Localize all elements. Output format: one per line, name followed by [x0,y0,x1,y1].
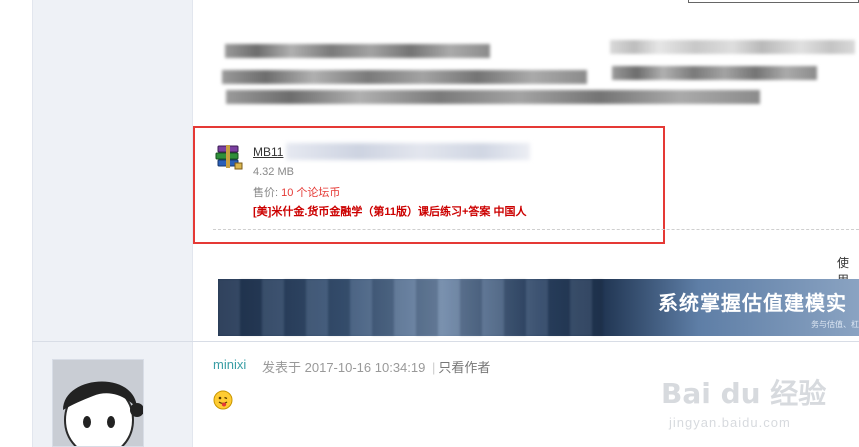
blurred-text-line [610,40,855,54]
posted-prefix: 发表于 [262,360,302,375]
post-author-column [32,0,193,342]
price-label: 售价: [253,187,282,199]
attachment-title: [美]米什金.货币金融学（第11版）课后练习+答案 中国人 [253,206,527,218]
watermark-main: Bai du 经验 [661,377,827,410]
avatar[interactable] [52,359,144,447]
blurred-text-line [226,90,760,104]
blurred-text-line [222,70,587,84]
post-author-link[interactable]: minixi [213,357,246,372]
attachment-price: 售价: 10 个论坛币 [253,184,340,200]
blurred-text-line [612,66,817,80]
blurred-text-line [225,44,490,58]
attachment-name-blurred [286,143,530,160]
meta-separator: | [431,360,436,375]
ad-banner[interactable]: 系统掌握估值建模实 务与估值、杠 [218,279,859,336]
post-meta: 发表于 2017-10-16 10:34:19 | 只看作者 [262,357,490,376]
attachment-size: 4.32 MB [253,166,294,178]
attachment-divider [213,229,859,230]
watermark-url: jingyan.baidu.com [669,415,791,430]
top-input-box [688,0,859,3]
banner-blurred-area [218,279,603,336]
post-timestamp: 2017-10-16 10:34:19 [304,360,426,375]
rar-archive-icon[interactable] [214,144,244,172]
tongue-smiley-icon [213,390,233,410]
baidu-watermark: Bai du 经验 jingyan.baidu.com [661,372,859,447]
banner-headline: 系统掌握估值建模实 [658,291,847,315]
only-author-link[interactable]: 只看作者 [438,360,490,375]
banner-subtext: 务与估值、杠 [811,320,859,329]
price-value: 10 个论坛币 [281,187,341,199]
attachment-name-link[interactable]: MB11 [253,145,283,159]
